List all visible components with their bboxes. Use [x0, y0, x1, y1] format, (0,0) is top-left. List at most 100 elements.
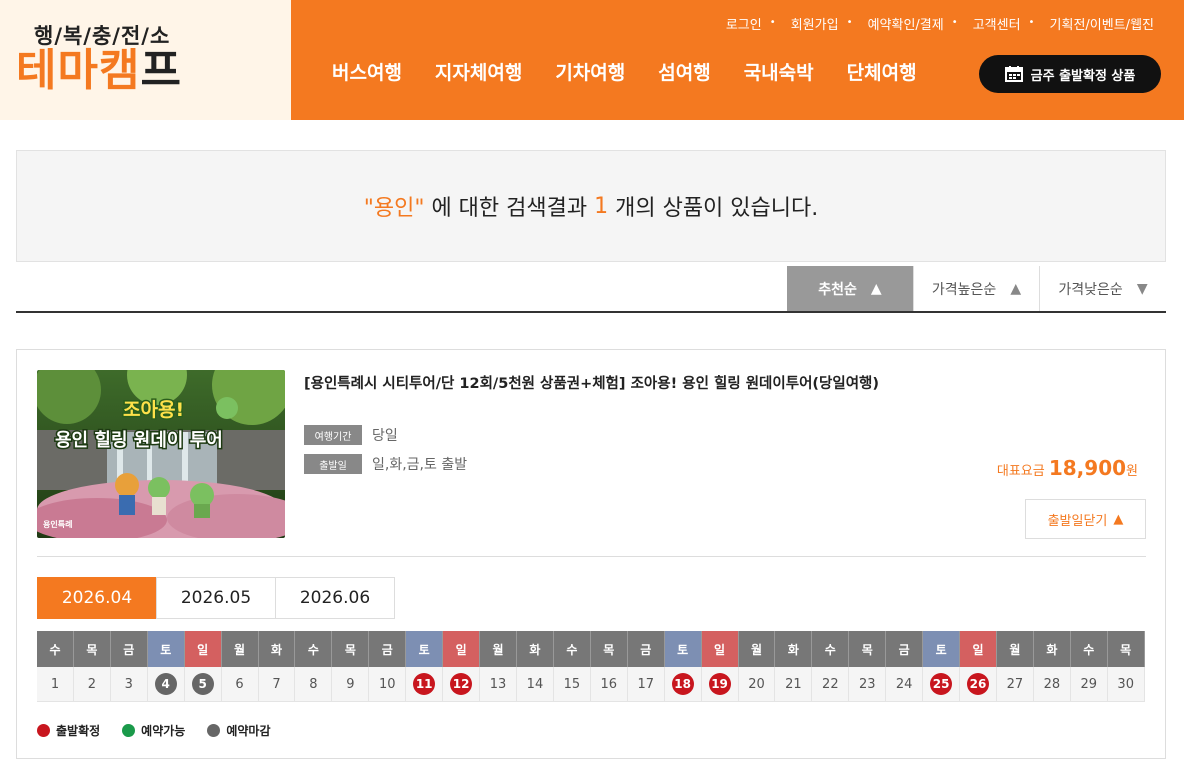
nav-item[interactable]: 지자체여행 [435, 58, 522, 85]
date-cell: 6 [221, 667, 259, 702]
travel-period-label: 여행기간 [304, 425, 362, 445]
weekday-cell: 월 [480, 631, 517, 667]
legend-item: 출발확정 [37, 722, 100, 739]
logo-wordmark: 테마캠프 [16, 45, 182, 96]
date-cell: 22 [812, 667, 850, 702]
sort-recommended-button[interactable]: 추천순 ▲ [787, 266, 913, 311]
weekday-cell: 화 [775, 631, 813, 667]
price: 대표요금 18,900원 [997, 456, 1138, 480]
price-unit: 원 [1126, 464, 1138, 479]
legend-label: 예약가능 [141, 724, 186, 738]
weekday-cell: 수 [812, 631, 850, 667]
weekday-cell: 월 [738, 631, 776, 667]
weekday-cell: 금 [110, 631, 148, 667]
logo[interactable]: 행/복/충/전/소 테마캠프 [0, 0, 291, 120]
weekday-cell: 일 [184, 631, 222, 667]
product-card: 조아용! 용인 힐링 원데이 투어 용인특례 [용인특례시 시티투어/단 12회… [16, 349, 1166, 759]
weekday-cell: 수 [37, 631, 74, 667]
utility-link[interactable]: 기획전/이벤트/웹진 [1050, 14, 1154, 33]
nav-item[interactable]: 버스여행 [332, 58, 402, 85]
date-cell[interactable]: 25 [923, 667, 961, 702]
departure-days-value: 일,화,금,토 출발 [372, 457, 468, 473]
weekday-cell: 일 [443, 631, 481, 667]
product-title[interactable]: [용인특례시 시티투어/단 12회/5천원 상품권+체험] 조아용! 용인 힐링… [304, 372, 879, 393]
weekday-cell: 토 [664, 631, 702, 667]
utility-link[interactable]: 고객센터 [973, 14, 1021, 33]
date-cell: 24 [886, 667, 924, 702]
search-count: 1 [594, 193, 609, 219]
arrow-up-icon: ▲ [1010, 280, 1022, 297]
weekly-button-label: 금주 출발확정 상품 [1030, 68, 1136, 84]
calendar-date-row: 1 2 3 4 5 6 7 8 9 10 11 12 13 14 15 16 17 18 19 20 21 22 23 24 2… [37, 667, 1145, 702]
date-cell[interactable]: 19 [701, 667, 739, 702]
sort-price-high-button[interactable]: 가격높은순 ▲ [913, 266, 1040, 311]
weekday-cell: 목 [590, 631, 628, 667]
product-thumbnail[interactable]: 조아용! 용인 힐링 원데이 투어 용인특례 [37, 370, 285, 538]
calendar-icon [1004, 66, 1023, 82]
sort-price-low-button[interactable]: 가격낮은순 ▼ [1040, 266, 1166, 311]
date-cell: 2 [73, 667, 111, 702]
month-tabs: 2026.04 2026.05 2026.06 [37, 577, 395, 619]
legend-label: 출발확정 [56, 724, 101, 738]
date-confirmed-badge: 19 [708, 673, 731, 695]
legend-item: 예약마감 [207, 722, 271, 739]
weekday-cell: 금 [627, 631, 665, 667]
close-departure-dates-button[interactable]: 출발일닫기 ▲ [1025, 499, 1146, 539]
date-cell: 14 [516, 667, 554, 702]
utility-link[interactable]: 회원가입 [791, 14, 839, 33]
weekday-cell: 목 [1107, 631, 1145, 667]
date-closed-badge: 5 [191, 673, 214, 695]
date-cell[interactable]: 12 [443, 667, 481, 702]
nav-item[interactable]: 기차여행 [555, 58, 625, 85]
weekday-cell: 금 [886, 631, 924, 667]
separator-dot: • [846, 17, 853, 28]
date-cell: 27 [996, 667, 1034, 702]
sort-bar: 추천순 ▲ 가격높은순 ▲ 가격낮은순 ▼ [16, 266, 1166, 313]
weekday-cell: 화 [516, 631, 554, 667]
nav-item[interactable]: 섬여행 [658, 58, 710, 85]
thumb-subheadline: 용인 힐링 원데이 투어 [55, 429, 223, 451]
date-cell: 23 [849, 667, 887, 702]
date-cell: 20 [738, 667, 776, 702]
weekday-cell: 수 [1070, 631, 1108, 667]
weekday-cell: 수 [295, 631, 333, 667]
thumb-logo: 용인특례 [43, 519, 72, 529]
utility-links: 로그인 • 회원가입 • 예약확인/결제 • 고객센터 • 기획전/이벤트/웹진 [726, 14, 1154, 33]
weekday-cell: 토 [923, 631, 961, 667]
travel-period-row: 여행기간 당일 [304, 425, 398, 445]
divider [37, 556, 1146, 557]
arrow-down-icon: ▼ [1136, 280, 1148, 297]
date-cell: 21 [775, 667, 813, 702]
search-text-end: 개의 상품이 있습니다. [608, 196, 819, 221]
date-cell[interactable]: 26 [960, 667, 997, 702]
nav-item[interactable]: 단체여행 [847, 58, 917, 85]
date-cell: 9 [332, 667, 370, 702]
month-tab[interactable]: 2026.06 [275, 577, 395, 619]
month-tab[interactable]: 2026.05 [156, 577, 276, 619]
month-tab[interactable]: 2026.04 [37, 577, 157, 619]
weekday-cell: 화 [258, 631, 296, 667]
date-cell[interactable]: 11 [406, 667, 444, 702]
search-text-middle: 에 대한 검색결과 [424, 196, 595, 221]
legend-dot-icon [207, 724, 221, 737]
date-cell[interactable]: 4 [147, 667, 185, 702]
legend-label: 예약마감 [226, 724, 271, 738]
weekly-departures-button[interactable]: 금주 출발확정 상품 [979, 55, 1161, 93]
weekday-cell: 목 [332, 631, 370, 667]
date-cell: 30 [1107, 667, 1145, 702]
separator-dot: • [769, 17, 776, 28]
date-cell[interactable]: 5 [184, 667, 222, 702]
departure-days-row: 출발일 일,화,금,토 출발 [304, 454, 467, 474]
price-value: 18,900 [1048, 456, 1127, 480]
date-cell[interactable]: 18 [664, 667, 702, 702]
utility-link[interactable]: 로그인 [726, 14, 762, 33]
date-cell: 8 [295, 667, 333, 702]
utility-link[interactable]: 예약확인/결제 [868, 14, 944, 33]
weekday-cell: 일 [701, 631, 739, 667]
arrow-up-icon: ▲ [1113, 511, 1124, 527]
separator-dot: • [1028, 17, 1035, 28]
date-cell: 10 [369, 667, 407, 702]
nav-item[interactable]: 국내숙박 [744, 58, 814, 85]
date-cell: 29 [1070, 667, 1108, 702]
weekday-cell: 금 [369, 631, 407, 667]
